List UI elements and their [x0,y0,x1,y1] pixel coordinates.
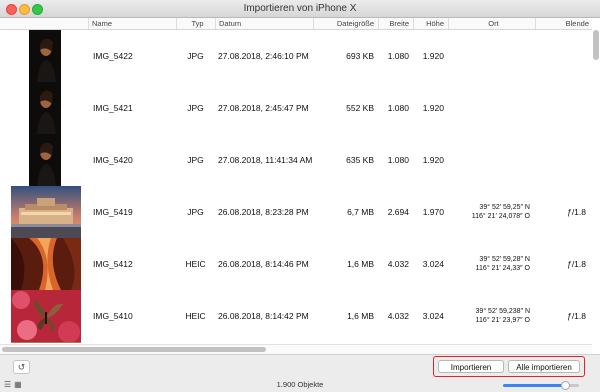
file-name: IMG_5419 [93,207,133,217]
column-header-aperture[interactable]: Blende [535,18,592,29]
title-bar: Importieren von iPhone X [0,0,600,18]
table-row[interactable] [0,342,592,343]
file-type: HEIC [185,259,206,269]
location-latitude: 39° 52′ 59,28″ N [479,256,530,263]
aperture: ƒ/1.8 [567,259,586,269]
column-header-location[interactable]: Ort [448,18,535,29]
image-height: 1.920 [422,51,444,61]
file-size: 1,6 MB [347,311,374,321]
image-width: 4.032 [387,259,409,269]
rotate-icon: ↺ [17,362,26,372]
location-longitude: 116° 21′ 24,078″ O [471,213,530,220]
photo-thumbnail[interactable] [11,342,81,343]
file-date: 26.08.2018, 8:23:28 PM [218,207,309,217]
image-height: 1.970 [422,207,444,217]
image-height: 1.920 [422,155,444,165]
import-window: Importieren von iPhone X Name Typ Datum … [0,0,600,392]
horizontal-scroll-thumb[interactable] [2,347,266,352]
slider-fill [503,384,566,387]
rotate-button[interactable]: ↺ [13,360,30,374]
file-type: JPG [187,51,204,61]
image-width: 2.694 [387,207,409,217]
location: 39° 52′ 59,25″ N 116° 21′ 24,078″ O [452,203,530,221]
table-header: Name Typ Datum Dateigröße Breite Höhe Or… [0,18,592,30]
import-all-button[interactable]: Alle importieren [508,360,580,373]
file-type: HEIC [185,311,206,321]
file-size: 635 KB [346,155,374,165]
image-width: 1.080 [387,51,409,61]
file-date: 26.08.2018, 8:14:46 PM [218,259,309,269]
aperture: ƒ/1.8 [567,207,586,217]
photo-thumbnail[interactable] [11,238,81,290]
file-name: IMG_5410 [93,311,133,321]
image-width: 1.080 [387,103,409,113]
location: 39° 52′ 59,238″ N 116° 21′ 23,97″ O [452,307,530,325]
column-header-name[interactable]: Name [88,18,176,29]
file-size: 6,7 MB [347,207,374,217]
column-header-type[interactable]: Typ [176,18,215,29]
bottom-toolbar: ↺ Importieren Alle importieren ☰▦ 1.900 … [0,354,600,392]
window-title: Importieren von iPhone X [243,3,357,14]
file-size: 552 KB [346,103,374,113]
location-latitude: 39° 52′ 59,25″ N [479,204,530,211]
aperture: ƒ/1.8 [567,311,586,321]
file-type: JPG [187,103,204,113]
image-width: 1.080 [387,155,409,165]
photo-thumbnail[interactable] [11,186,81,238]
table-row[interactable]: IMG_5412 HEIC 26.08.2018, 8:14:46 PM 1,6… [0,238,592,291]
photo-table: IMG_5422 JPG 27.08.2018, 2:46:10 PM 693 … [0,30,592,343]
file-type: JPG [187,155,204,165]
location-longitude: 116° 21′ 23,97″ O [475,317,530,324]
location-latitude: 39° 52′ 59,238″ N [475,308,530,315]
photo-thumbnail[interactable] [29,134,61,186]
table-row[interactable]: IMG_5419 JPG 26.08.2018, 8:23:28 PM 6,7 … [0,186,592,239]
file-name: IMG_5422 [93,51,133,61]
vertical-scrollbar[interactable] [593,30,599,60]
column-header-height[interactable]: Höhe [413,18,448,29]
table-row[interactable]: IMG_5422 JPG 27.08.2018, 2:46:10 PM 693 … [0,30,592,83]
import-button[interactable]: Importieren [438,360,504,373]
column-header-date[interactable]: Datum [215,18,313,29]
file-date: 27.08.2018, 11:41:34 AM [218,155,313,165]
file-date: 27.08.2018, 2:46:10 PM [218,51,309,61]
image-width: 4.032 [387,311,409,321]
file-size: 693 KB [346,51,374,61]
table-row[interactable]: IMG_5421 JPG 27.08.2018, 2:45:47 PM 552 … [0,82,592,135]
image-height: 3.024 [422,259,444,269]
file-name: IMG_5412 [93,259,133,269]
file-date: 26.08.2018, 8:14:42 PM [218,311,309,321]
table-row[interactable]: IMG_5410 HEIC 26.08.2018, 8:14:42 PM 1,6… [0,290,592,343]
file-name: IMG_5420 [93,155,133,165]
photo-thumbnail[interactable] [29,82,61,134]
import-buttons-highlight: Importieren Alle importieren [433,356,585,377]
location-longitude: 116° 21′ 24,33″ O [475,265,530,272]
table-row[interactable]: IMG_5420 JPG 27.08.2018, 11:41:34 AM 635… [0,134,592,187]
file-size: 1,6 MB [347,259,374,269]
image-height: 3.024 [422,311,444,321]
file-name: IMG_5421 [93,103,133,113]
file-type: JPG [187,207,204,217]
location: 39° 52′ 59,28″ N 116° 21′ 24,33″ O [452,255,530,273]
file-date: 27.08.2018, 2:45:47 PM [218,103,309,113]
photo-thumbnail[interactable] [11,290,81,342]
photo-thumbnail[interactable] [29,30,61,82]
image-height: 1.920 [422,103,444,113]
column-header-size[interactable]: Dateigröße [313,18,378,29]
column-header-width[interactable]: Breite [378,18,413,29]
thumbnail-size-slider[interactable] [503,381,579,390]
horizontal-scrollbar[interactable] [0,344,592,354]
